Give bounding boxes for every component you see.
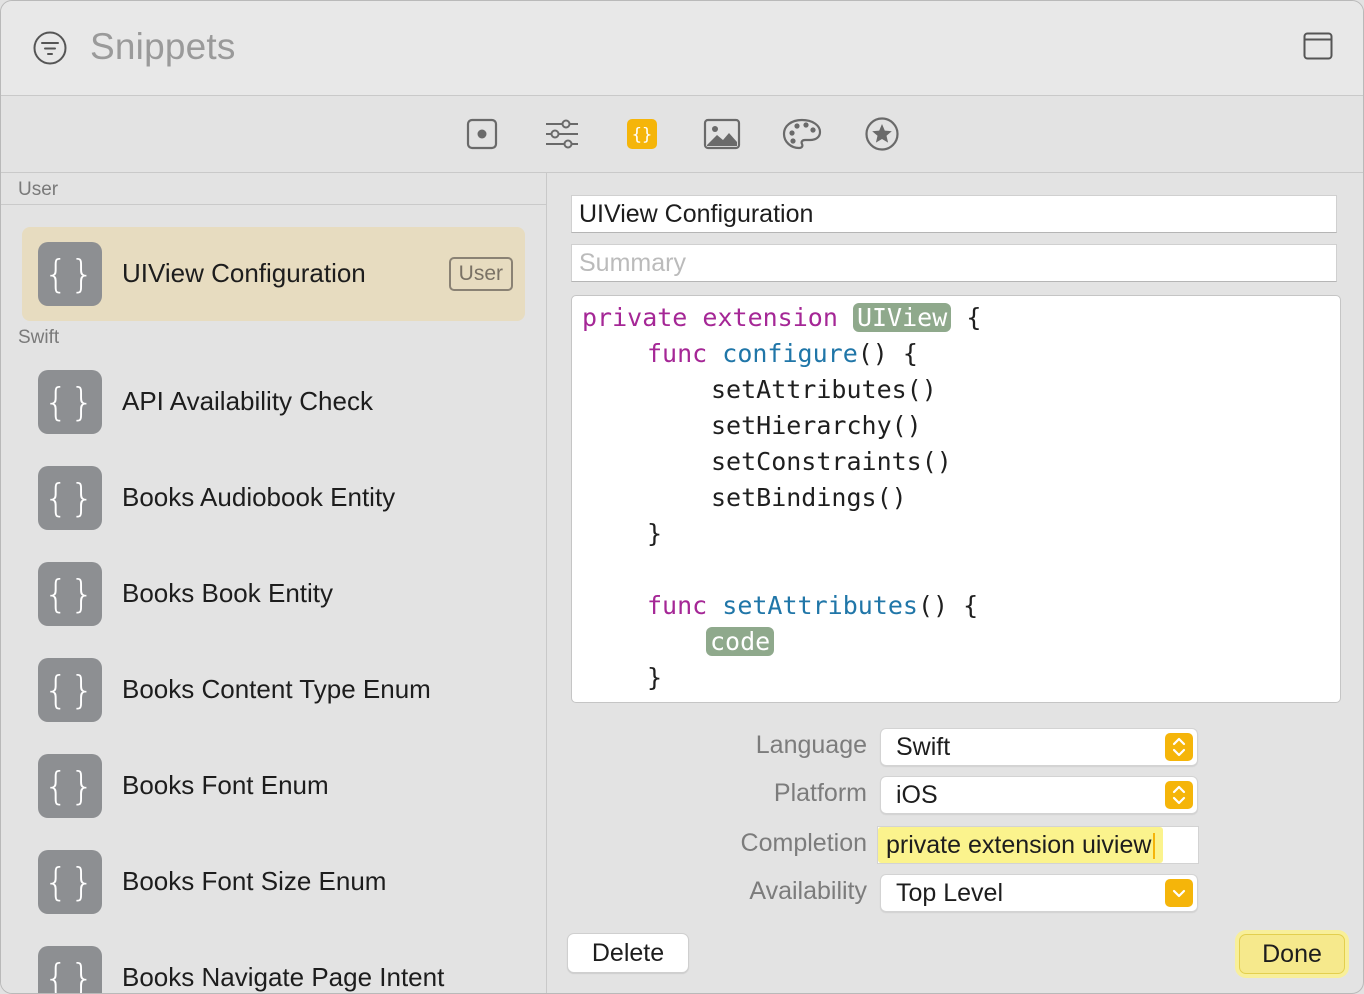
delete-button[interactable]: Delete bbox=[567, 933, 689, 973]
code-editor[interactable]: private extension UIView { func configur… bbox=[571, 295, 1341, 703]
section-header-swift: Swift bbox=[18, 327, 60, 348]
braces-icon: {} bbox=[38, 466, 102, 530]
completion-text: private extension uiview bbox=[886, 831, 1152, 859]
list-item-label: UIView Configuration bbox=[122, 258, 366, 288]
section-header-user: User bbox=[18, 179, 59, 200]
snippets-window: Snippets {} User {} UIView Configuration… bbox=[0, 0, 1364, 994]
list-item[interactable]: {} Books Font Size Enum bbox=[22, 835, 525, 929]
code-keyword: extension bbox=[702, 303, 838, 332]
summary-field[interactable]: Summary bbox=[571, 244, 1337, 282]
category-toolbar: {} bbox=[1, 96, 1363, 173]
filter-icon[interactable] bbox=[33, 31, 67, 65]
braces-icon: {} bbox=[627, 119, 657, 149]
user-badge: User bbox=[448, 257, 513, 291]
list-item-label: Books Content Type Enum bbox=[122, 674, 431, 704]
list-item[interactable]: {} Books Audiobook Entity bbox=[22, 451, 525, 545]
title-bar: Snippets bbox=[1, 1, 1363, 96]
code-keyword: private bbox=[582, 303, 688, 332]
braces-icon: {} bbox=[38, 946, 102, 993]
list-item-label: Books Book Entity bbox=[122, 578, 333, 608]
code-line: func setAttributes() { bbox=[572, 588, 1340, 624]
placeholder-token[interactable]: UIView bbox=[852, 303, 952, 332]
code-text: () { bbox=[857, 339, 918, 368]
language-label: Language bbox=[755, 731, 867, 759]
chevron-down-icon bbox=[1165, 879, 1193, 907]
snippet-list-sidebar: User {} UIView Configuration User Swift … bbox=[1, 173, 547, 993]
code-text: () { bbox=[917, 591, 979, 620]
code-line: setConstraints() bbox=[711, 447, 952, 476]
code-line: func configure() { bbox=[572, 336, 1340, 372]
availability-select[interactable]: Top Level bbox=[880, 874, 1198, 912]
availability-label: Availability bbox=[749, 877, 867, 905]
platform-label: Platform bbox=[773, 779, 867, 807]
section-divider bbox=[1, 204, 546, 205]
braces-icon: {} bbox=[38, 754, 102, 818]
placeholder-token[interactable]: code bbox=[706, 627, 775, 656]
list-item-label: Books Navigate Page Intent bbox=[122, 962, 445, 992]
star-icon bbox=[865, 117, 899, 151]
favorites-tool-button[interactable] bbox=[862, 114, 902, 154]
completion-label: Completion bbox=[740, 829, 867, 857]
code-line: code bbox=[572, 624, 1340, 660]
language-value: Swift bbox=[896, 733, 951, 761]
braces-icon: {} bbox=[38, 850, 102, 914]
code-function: configure bbox=[722, 339, 858, 368]
code-line: setHierarchy() bbox=[711, 411, 922, 440]
title-field[interactable]: UIView Configuration bbox=[571, 195, 1337, 233]
code-line: } bbox=[647, 663, 663, 692]
completion-field[interactable]: private extension uiview bbox=[877, 826, 1199, 864]
code-line: setAttributes() bbox=[711, 375, 937, 404]
image-tool-button[interactable] bbox=[702, 114, 742, 154]
list-item-label: Books Audiobook Entity bbox=[122, 482, 396, 512]
sliders-icon bbox=[546, 119, 578, 149]
completion-value: private extension uiview bbox=[878, 827, 1164, 863]
code-line: } bbox=[647, 519, 663, 548]
list-item-uiview-configuration[interactable]: {} UIView Configuration User bbox=[22, 227, 525, 321]
platform-value: iOS bbox=[896, 781, 938, 809]
svg-text:{}: {} bbox=[632, 125, 652, 145]
list-item[interactable]: {} Books Book Entity bbox=[22, 547, 525, 641]
code-function: setAttributes bbox=[722, 591, 918, 620]
code-keyword: func bbox=[647, 591, 708, 620]
palette-icon bbox=[782, 118, 822, 150]
code-text: { bbox=[951, 303, 982, 332]
snippets-tool-button[interactable]: {} bbox=[622, 114, 662, 154]
code-line: setBindings() bbox=[711, 483, 907, 512]
list-item-label: API Availability Check bbox=[122, 386, 373, 416]
platform-select[interactable]: iOS bbox=[880, 776, 1198, 814]
snippet-detail-panel: UIView Configuration Summary private ext… bbox=[547, 173, 1363, 993]
list-item[interactable]: {} Books Font Enum bbox=[22, 739, 525, 833]
braces-icon: {} bbox=[38, 658, 102, 722]
availability-value: Top Level bbox=[896, 879, 1004, 907]
code-line: private extension UIView { bbox=[572, 300, 1340, 336]
text-cursor bbox=[1153, 833, 1156, 860]
up-down-chevron-icon bbox=[1165, 781, 1193, 809]
braces-icon: {} bbox=[38, 370, 102, 434]
record-icon bbox=[466, 118, 498, 150]
list-item[interactable]: {} Books Content Type Enum bbox=[22, 643, 525, 737]
up-down-chevron-icon bbox=[1165, 733, 1193, 761]
language-select[interactable]: Swift bbox=[880, 728, 1198, 766]
list-item[interactable]: {} API Availability Check bbox=[22, 355, 525, 449]
record-tool-button[interactable] bbox=[462, 114, 502, 154]
list-item-label: Books Font Enum bbox=[122, 770, 329, 800]
image-icon bbox=[703, 118, 741, 150]
done-button[interactable]: Done bbox=[1239, 934, 1345, 974]
list-item-label: Books Font Size Enum bbox=[122, 866, 387, 896]
window-title: Snippets bbox=[90, 26, 236, 67]
list-item[interactable]: {} Books Navigate Page Intent bbox=[22, 931, 525, 993]
settings-tool-button[interactable] bbox=[542, 114, 582, 154]
sidebar-toggle-icon[interactable] bbox=[1303, 31, 1333, 61]
braces-icon: {} bbox=[38, 242, 102, 306]
code-keyword: func bbox=[647, 339, 708, 368]
palette-tool-button[interactable] bbox=[782, 114, 822, 154]
braces-icon: {} bbox=[38, 562, 102, 626]
